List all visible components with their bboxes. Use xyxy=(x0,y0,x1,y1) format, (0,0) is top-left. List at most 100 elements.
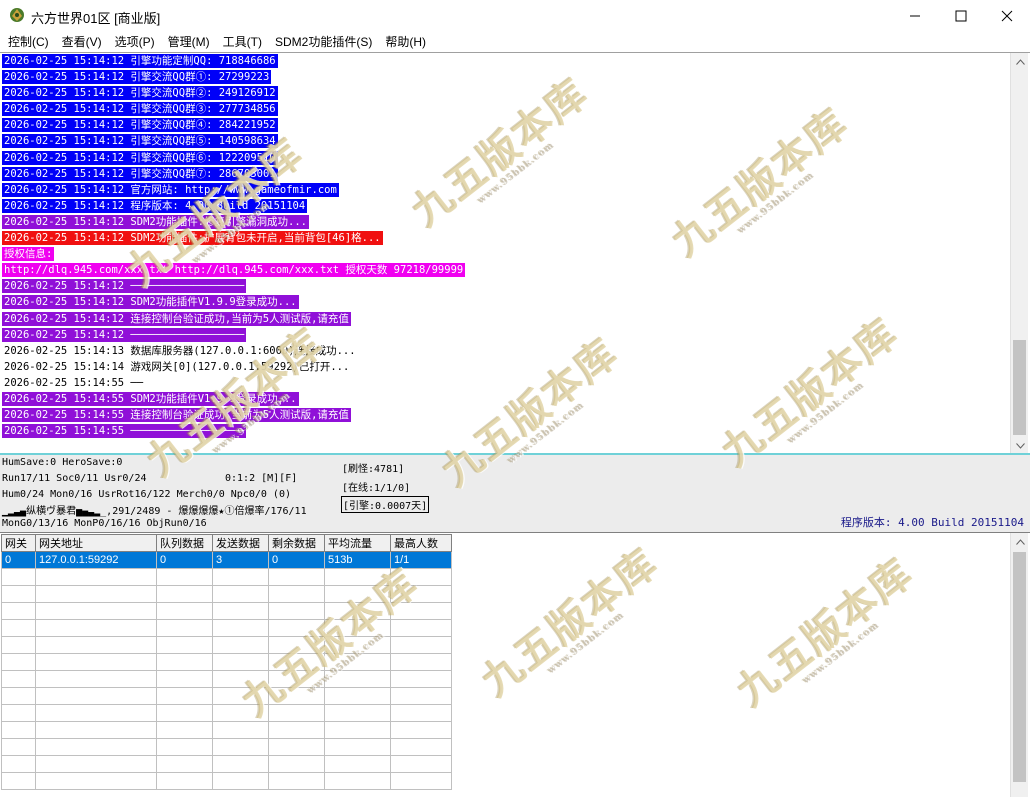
table-cell[interactable] xyxy=(324,721,391,739)
table-cell[interactable] xyxy=(35,738,157,756)
table-cell[interactable] xyxy=(156,636,213,654)
menu-help[interactable]: 帮助(H) xyxy=(381,33,430,50)
table-cell[interactable] xyxy=(390,704,452,722)
table-cell[interactable] xyxy=(390,585,452,603)
col-remaining-data[interactable]: 剩余数据 xyxy=(268,534,325,552)
table-cell[interactable] xyxy=(156,670,213,688)
table-row[interactable] xyxy=(1,755,452,773)
table-cell[interactable] xyxy=(1,619,36,637)
table-cell[interactable] xyxy=(212,670,269,688)
table-cell[interactable] xyxy=(324,636,391,654)
table-row[interactable] xyxy=(1,636,452,654)
table-cell[interactable] xyxy=(1,772,36,790)
menu-control[interactable]: 控制(C) xyxy=(4,33,53,50)
table-cell[interactable] xyxy=(390,738,452,756)
table-row[interactable] xyxy=(1,585,452,603)
table-cell[interactable] xyxy=(268,585,325,603)
table-cell[interactable] xyxy=(1,653,36,671)
table-cell[interactable] xyxy=(390,687,452,705)
scroll-up-arrow-icon[interactable] xyxy=(1011,53,1029,70)
grid-scroll-up-arrow-icon[interactable] xyxy=(1011,533,1029,550)
table-cell[interactable] xyxy=(212,568,269,586)
table-cell[interactable] xyxy=(1,755,36,773)
table-cell[interactable] xyxy=(390,568,452,586)
table-cell[interactable] xyxy=(156,687,213,705)
log-pane[interactable]: 2026-02-25 15:14:12 引擎功能定制QQ: 718846686 2… xyxy=(0,52,1030,453)
table-cell[interactable] xyxy=(212,687,269,705)
table-cell[interactable] xyxy=(268,568,325,586)
grid-scrollbar[interactable] xyxy=(1010,533,1028,797)
table-cell[interactable] xyxy=(156,602,213,620)
table-cell[interactable] xyxy=(35,636,157,654)
menu-tools[interactable]: 工具(T) xyxy=(219,33,266,50)
table-cell[interactable] xyxy=(35,568,157,586)
table-cell[interactable] xyxy=(35,755,157,773)
table-cell[interactable] xyxy=(268,687,325,705)
table-cell[interactable] xyxy=(324,619,391,637)
table-cell[interactable] xyxy=(268,670,325,688)
table-cell[interactable] xyxy=(324,704,391,722)
table-cell[interactable] xyxy=(156,721,213,739)
table-cell[interactable]: 1/1 xyxy=(390,551,452,569)
table-row[interactable] xyxy=(1,738,452,756)
table-row[interactable] xyxy=(1,704,452,722)
log-scrollbar[interactable] xyxy=(1010,53,1028,453)
table-cell[interactable] xyxy=(212,653,269,671)
table-cell[interactable] xyxy=(324,687,391,705)
table-cell[interactable] xyxy=(212,704,269,722)
col-gateway[interactable]: 网关 xyxy=(1,534,36,552)
table-cell[interactable] xyxy=(212,721,269,739)
table-cell[interactable] xyxy=(1,704,36,722)
maximize-button[interactable] xyxy=(938,0,984,31)
table-cell[interactable] xyxy=(35,585,157,603)
table-cell[interactable] xyxy=(212,755,269,773)
col-gateway-address[interactable]: 网关地址 xyxy=(35,534,157,552)
col-avg-traffic[interactable]: 平均流量 xyxy=(324,534,391,552)
table-cell[interactable] xyxy=(390,653,452,671)
table-row[interactable] xyxy=(1,721,452,739)
col-send-data[interactable]: 发送数据 xyxy=(212,534,269,552)
col-max-users[interactable]: 最高人数 xyxy=(390,534,452,552)
table-row[interactable] xyxy=(1,670,452,688)
table-cell[interactable] xyxy=(1,738,36,756)
table-cell[interactable] xyxy=(324,755,391,773)
table-cell[interactable] xyxy=(156,755,213,773)
table-cell[interactable]: 3 xyxy=(212,551,269,569)
table-cell[interactable] xyxy=(268,636,325,654)
table-row[interactable] xyxy=(1,568,452,586)
table-cell[interactable] xyxy=(212,636,269,654)
table-row[interactable] xyxy=(1,772,452,790)
table-cell[interactable] xyxy=(324,772,391,790)
table-cell[interactable] xyxy=(1,585,36,603)
close-button[interactable] xyxy=(984,0,1030,31)
log-scroll-thumb[interactable] xyxy=(1013,340,1026,435)
table-cell[interactable] xyxy=(324,602,391,620)
table-cell[interactable] xyxy=(1,602,36,620)
table-cell[interactable] xyxy=(35,653,157,671)
menu-view[interactable]: 查看(V) xyxy=(58,33,106,50)
col-queue-data[interactable]: 队列数据 xyxy=(156,534,213,552)
table-cell[interactable] xyxy=(212,602,269,620)
table-cell[interactable] xyxy=(390,602,452,620)
menu-options[interactable]: 选项(P) xyxy=(111,33,159,50)
scroll-down-arrow-icon[interactable] xyxy=(1011,437,1029,453)
table-cell[interactable] xyxy=(212,772,269,790)
table-cell[interactable] xyxy=(1,636,36,654)
table-cell[interactable] xyxy=(1,568,36,586)
table-row[interactable] xyxy=(1,653,452,671)
table-cell[interactable]: 0 xyxy=(268,551,325,569)
table-cell[interactable] xyxy=(390,772,452,790)
table-cell[interactable] xyxy=(268,738,325,756)
table-cell[interactable] xyxy=(35,619,157,637)
table-cell[interactable] xyxy=(35,602,157,620)
table-cell[interactable] xyxy=(156,568,213,586)
table-cell[interactable] xyxy=(268,619,325,637)
table-cell[interactable] xyxy=(324,653,391,671)
table-cell[interactable] xyxy=(212,585,269,603)
table-cell[interactable] xyxy=(35,687,157,705)
table-cell[interactable] xyxy=(324,568,391,586)
table-cell[interactable] xyxy=(268,772,325,790)
table-cell[interactable] xyxy=(212,619,269,637)
table-cell[interactable]: 513b xyxy=(324,551,391,569)
table-cell[interactable] xyxy=(1,687,36,705)
